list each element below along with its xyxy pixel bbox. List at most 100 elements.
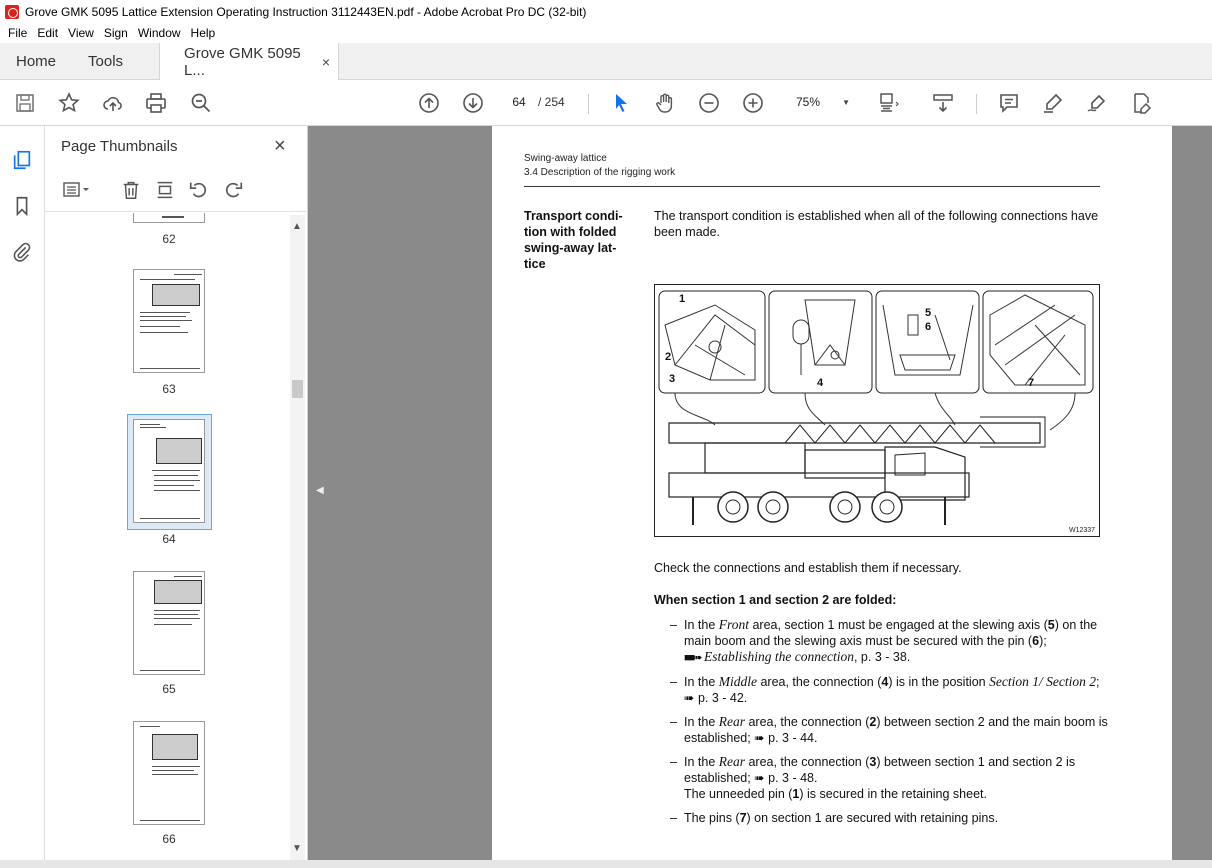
save-icon[interactable] [12, 90, 38, 116]
window-title: Grove GMK 5095 Lattice Extension Operati… [25, 4, 587, 19]
toolbar: 64 / 254 75% ▼ [0, 80, 1212, 126]
zoom-search-icon[interactable] [188, 90, 214, 116]
print-icon[interactable] [143, 90, 169, 116]
toolbar-divider [588, 94, 589, 114]
figure-label: 2 [665, 351, 672, 363]
check-paragraph: Check the connections and establish them… [654, 561, 962, 575]
rotate-left-icon[interactable] [187, 178, 211, 202]
figure-label: 1 [679, 293, 686, 305]
options-menu-icon[interactable] [59, 178, 95, 202]
header-rule [524, 186, 1100, 187]
page-header-section: 3.4 Description of the rigging work [524, 167, 676, 178]
menu-view[interactable]: View [68, 26, 94, 40]
tab-bar: Home Tools Grove GMK 5095 L... × [0, 43, 1212, 81]
side-heading: Transport condi-tion with folded swing-a… [524, 209, 623, 271]
hand-tool-icon[interactable] [652, 90, 678, 116]
thumbnail-page-number: 62 [162, 232, 176, 246]
list-item: In the Rear area, the connection (2) bet… [668, 714, 1108, 746]
toolbar-divider [976, 94, 977, 114]
bottom-scrollbar[interactable] [0, 860, 1212, 868]
figure-label: 5 [925, 307, 932, 319]
thumbnail-page[interactable] [133, 213, 205, 223]
fit-page-icon[interactable] [876, 90, 902, 116]
page-reference-link[interactable]: ➠ p. 3 - 48. [751, 771, 817, 785]
menu-file[interactable]: File [8, 26, 27, 40]
list-item: In the Middle area, the connection (4) i… [668, 674, 1108, 706]
zoom-value: 75% [796, 95, 821, 109]
title-bar: Grove GMK 5095 Lattice Extension Operati… [0, 0, 1212, 23]
list-item: The pins (7) on section 1 are secured wi… [668, 810, 1108, 826]
menu-sign[interactable]: Sign [104, 26, 128, 40]
thumbnail-page-number: 64 [162, 532, 176, 546]
connection-list: In the Front area, section 1 must be eng… [668, 617, 1108, 834]
close-icon[interactable]: × [274, 135, 286, 158]
page-thumbnails-icon[interactable] [10, 148, 34, 172]
menu-bar: File Edit View Sign Window Help [0, 23, 1212, 43]
page-number-input[interactable]: 64 [505, 91, 533, 113]
list-item: In the Rear area, the connection (3) bet… [668, 754, 1108, 802]
page-header-title: Swing-away lattice [524, 153, 607, 164]
chevron-up-icon[interactable]: ▲ [292, 221, 302, 232]
comment-icon[interactable] [996, 90, 1022, 116]
attachment-icon[interactable] [10, 240, 34, 264]
thumbnail-scrollbar[interactable]: ▲ ▼ [290, 215, 305, 860]
reference-arrow-icon: ■■➠ [684, 652, 702, 664]
zoom-out-icon[interactable] [696, 90, 722, 116]
link-establishing-connection[interactable]: Establishing the connection [704, 649, 854, 664]
thumbnail-page[interactable] [133, 571, 205, 675]
thumbnail-list: 62 63 64 65 66 [45, 213, 297, 858]
tab-close-icon[interactable]: × [322, 54, 330, 70]
figure-id: W12337 [1069, 527, 1096, 534]
bookmark-icon[interactable] [10, 194, 34, 218]
left-rail [0, 126, 45, 868]
thumbnail-page-number: 66 [162, 832, 176, 846]
trash-icon[interactable] [119, 178, 143, 202]
scroll-mode-icon[interactable] [930, 90, 956, 116]
tab-tools[interactable]: Tools [72, 43, 139, 79]
collapse-panel-icon[interactable]: ◀ [316, 485, 324, 496]
thumbnails-panel: Page Thumbnails × 62 63 64 65 66 ▲ ▼ [45, 126, 308, 868]
page-down-icon[interactable] [460, 90, 486, 116]
figure-label: 7 [1028, 377, 1035, 389]
chevron-down-icon[interactable]: ▼ [292, 843, 302, 854]
link-section-position[interactable]: Section 1/ Section 2 [989, 674, 1096, 689]
zoom-select[interactable]: 75% ▼ [784, 91, 856, 113]
select-arrow-icon[interactable] [608, 90, 634, 116]
figure-label: 3 [669, 373, 676, 385]
right-margin [1172, 126, 1212, 868]
panel-title: Page Thumbnails [61, 138, 178, 155]
menu-help[interactable]: Help [191, 26, 216, 40]
crane-drawing [658, 290, 1094, 525]
scrollbar-thumb[interactable] [292, 380, 303, 398]
insert-page-icon[interactable] [153, 178, 177, 202]
figure-label: 6 [925, 321, 932, 333]
tab-document-label: Grove GMK 5095 L... [184, 45, 301, 79]
zoom-in-icon[interactable] [740, 90, 766, 116]
page-total: / 254 [538, 95, 565, 109]
menu-edit[interactable]: Edit [37, 26, 58, 40]
figure-label: 4 [817, 377, 824, 389]
upload-cloud-icon[interactable] [100, 90, 126, 116]
tab-home[interactable]: Home [0, 43, 72, 79]
thumbnail-page-number: 65 [162, 682, 176, 696]
rotate-right-icon[interactable] [221, 178, 245, 202]
subheading: When section 1 and section 2 are folded: [654, 593, 897, 607]
page-up-icon[interactable] [416, 90, 442, 116]
thumbnail-page-selected[interactable] [133, 419, 205, 523]
acrobat-icon [5, 4, 19, 19]
highlight-pen-icon[interactable] [1040, 90, 1066, 116]
crane-figure: 1 2 3 4 5 6 7 W12337 [654, 284, 1100, 537]
intro-paragraph: The transport condition is established w… [654, 209, 1099, 239]
sign-icon[interactable] [1084, 90, 1110, 116]
thumbnail-page[interactable] [133, 721, 205, 825]
thumbnail-page-number: 63 [162, 382, 176, 396]
panel-toolbar [45, 168, 308, 212]
menu-window[interactable]: Window [138, 26, 181, 40]
chevron-down-icon: ▼ [842, 97, 850, 107]
thumbnail-page[interactable] [133, 269, 205, 373]
star-icon[interactable] [56, 90, 82, 116]
edit-pdf-icon[interactable] [1128, 90, 1154, 116]
tab-document[interactable]: Grove GMK 5095 L... × [159, 43, 340, 81]
list-item: In the Front area, section 1 must be eng… [668, 617, 1108, 666]
page-reference-link[interactable]: ➠ p. 3 - 44. [751, 731, 817, 745]
